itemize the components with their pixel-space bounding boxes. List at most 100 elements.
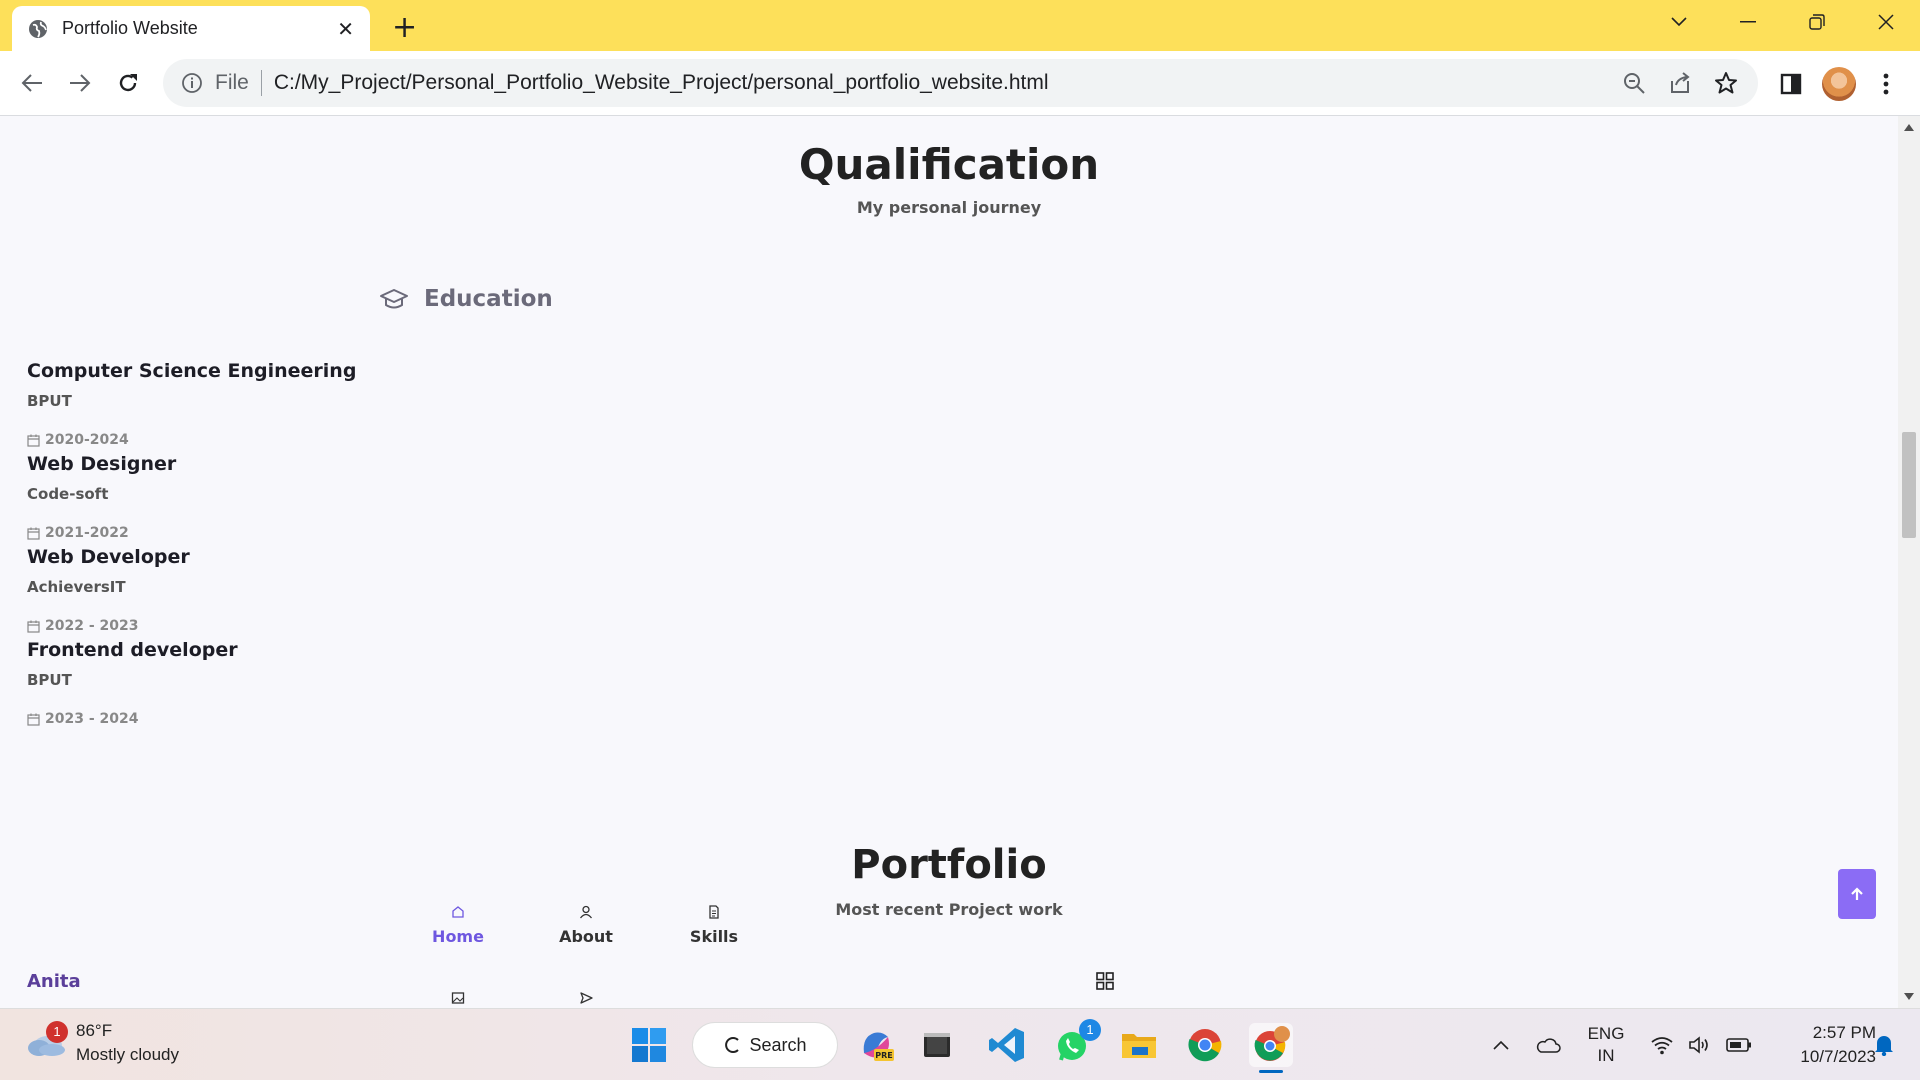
nav-item-portfolio[interactable] bbox=[418, 990, 498, 1008]
nav-item-label: Home bbox=[432, 927, 484, 946]
quick-settings-button[interactable] bbox=[1646, 1009, 1756, 1080]
page-scrollbar[interactable] bbox=[1898, 116, 1920, 1008]
search-label: Search bbox=[749, 1034, 807, 1055]
svg-text:PRE: PRE bbox=[875, 1051, 893, 1060]
wifi-icon bbox=[1651, 1037, 1673, 1055]
file-icon bbox=[709, 905, 719, 919]
browser-toolbar: File C:/My_Project/Personal_Portfolio_We… bbox=[0, 51, 1920, 116]
search-icon bbox=[725, 1037, 740, 1053]
calendar-icon bbox=[27, 620, 40, 633]
clock[interactable]: 2:57 PM 10/7/2023 bbox=[1766, 1009, 1876, 1080]
copilot-icon: PRE bbox=[863, 1032, 894, 1061]
qualification-item-title: Web Developer bbox=[27, 546, 190, 568]
chevron-down-icon bbox=[1670, 17, 1687, 27]
nav-item-skills[interactable]: Skills bbox=[674, 904, 754, 946]
arrow-right-icon bbox=[70, 74, 91, 92]
nav-item-about[interactable]: About bbox=[546, 904, 626, 946]
taskbar-app-vscode[interactable] bbox=[985, 1023, 1029, 1067]
back-button[interactable] bbox=[16, 67, 48, 99]
window-controls bbox=[1644, 0, 1920, 44]
show-hidden-icons-button[interactable] bbox=[1487, 1009, 1515, 1080]
qualification-item-title: Web Designer bbox=[27, 453, 177, 475]
qualification-title: Qualification bbox=[798, 140, 1100, 189]
qualification-item-subtitle: AchieversIT bbox=[27, 578, 126, 596]
zoom-icon[interactable] bbox=[1622, 71, 1646, 95]
vscode-icon bbox=[989, 1028, 1024, 1062]
weather-widget[interactable]: 1 86°F Mostly cloudy bbox=[26, 1019, 179, 1067]
volume-icon bbox=[1689, 1036, 1708, 1054]
portfolio-subtitle: Most recent Project work bbox=[835, 900, 1063, 919]
taskbar-app-file-explorer[interactable] bbox=[1117, 1023, 1161, 1067]
qualification-item-date: 2023 - 2024 bbox=[27, 711, 139, 727]
taskbar-app-chrome-profile[interactable] bbox=[1249, 1023, 1293, 1073]
taskbar-app-whatsapp[interactable]: 1 bbox=[1051, 1019, 1101, 1067]
tab-search-button[interactable] bbox=[1644, 0, 1713, 44]
avatar bbox=[1822, 67, 1856, 101]
home-icon bbox=[452, 906, 464, 918]
qualification-item: Computer Science Engineering BPUT bbox=[27, 360, 356, 410]
star-icon[interactable] bbox=[1714, 71, 1738, 95]
nav-item-label: About bbox=[559, 927, 613, 946]
url-text[interactable]: C:/My_Project/Personal_Portfolio_Website… bbox=[274, 71, 1622, 95]
share-icon[interactable] bbox=[1668, 71, 1692, 95]
minimize-button[interactable] bbox=[1713, 0, 1782, 44]
browser-tab[interactable]: Portfolio Website ✕ bbox=[12, 6, 370, 51]
forward-button[interactable] bbox=[64, 67, 96, 99]
chrome-profile-icon bbox=[1254, 1026, 1290, 1061]
scroll-down-arrow[interactable] bbox=[1904, 993, 1914, 1000]
profile-button[interactable] bbox=[1822, 67, 1856, 101]
send-icon bbox=[580, 992, 593, 1004]
calendar-icon bbox=[27, 713, 40, 726]
taskbar-app-copilot[interactable]: PRE bbox=[854, 1023, 898, 1067]
address-bar[interactable]: File C:/My_Project/Personal_Portfolio_We… bbox=[163, 59, 1758, 107]
notifications-button[interactable] bbox=[1864, 1009, 1904, 1080]
user-icon bbox=[579, 905, 593, 919]
taskbar-search[interactable]: Search bbox=[692, 1022, 838, 1068]
close-icon bbox=[1877, 14, 1894, 30]
qualification-item: Web Designer Code-soft bbox=[27, 453, 176, 503]
nav-item-contact[interactable] bbox=[546, 990, 626, 1008]
tab-close-button[interactable]: ✕ bbox=[337, 17, 354, 41]
qualification-item: Frontend developer BPUT bbox=[27, 639, 238, 689]
restore-button[interactable] bbox=[1782, 0, 1851, 44]
taskbar-app-notepad[interactable] bbox=[915, 1023, 959, 1067]
start-button[interactable] bbox=[627, 1023, 671, 1067]
portfolio-title: Portfolio bbox=[851, 842, 1047, 888]
scroll-top-button[interactable] bbox=[1838, 869, 1876, 919]
menu-button[interactable] bbox=[1874, 67, 1898, 101]
qualification-item-subtitle: BPUT bbox=[27, 671, 72, 689]
qualification-item-subtitle: Code-soft bbox=[27, 485, 109, 503]
calendar-icon bbox=[27, 434, 40, 447]
temperature: 86°F bbox=[76, 1021, 113, 1040]
battery-icon bbox=[1726, 1038, 1751, 1052]
region-code: IN bbox=[1597, 1046, 1615, 1065]
language-indicator[interactable]: ENG IN bbox=[1578, 1009, 1634, 1080]
side-panel-button[interactable] bbox=[1776, 67, 1806, 101]
restore-icon bbox=[1808, 14, 1825, 30]
qualification-item-title: Frontend developer bbox=[27, 639, 238, 661]
education-tab-label: Education bbox=[424, 286, 553, 312]
reload-icon bbox=[119, 74, 137, 92]
qualification-item: Web Developer AchieversIT bbox=[27, 546, 190, 596]
folder-icon bbox=[1122, 1034, 1156, 1058]
grid-icon[interactable] bbox=[1096, 972, 1114, 990]
taskbar-app-chrome[interactable] bbox=[1183, 1023, 1227, 1067]
nav-item-label: Skills bbox=[689, 927, 739, 946]
omnibox-actions bbox=[1622, 71, 1738, 95]
close-window-button[interactable] bbox=[1851, 0, 1920, 44]
info-icon[interactable] bbox=[181, 72, 203, 94]
image-icon bbox=[451, 992, 465, 1004]
scroll-up-arrow[interactable] bbox=[1904, 124, 1914, 131]
reload-button[interactable] bbox=[112, 67, 144, 99]
active-indicator bbox=[1259, 1070, 1283, 1073]
education-tab[interactable]: Education bbox=[380, 286, 553, 312]
scrollbar-thumb[interactable] bbox=[1902, 432, 1916, 538]
onedrive-button[interactable] bbox=[1533, 1009, 1563, 1080]
web-page: Qualification My personal journey Educat… bbox=[0, 116, 1898, 1008]
qualification-item-date: 2022 - 2023 bbox=[27, 618, 139, 634]
nav-item-home[interactable]: Home bbox=[418, 904, 498, 946]
new-tab-button[interactable]: + bbox=[392, 10, 417, 45]
qualification-item-date: 2021-2022 bbox=[27, 525, 129, 541]
brand-name[interactable]: Anita bbox=[27, 971, 81, 992]
date-text: 2023 - 2024 bbox=[45, 711, 139, 727]
